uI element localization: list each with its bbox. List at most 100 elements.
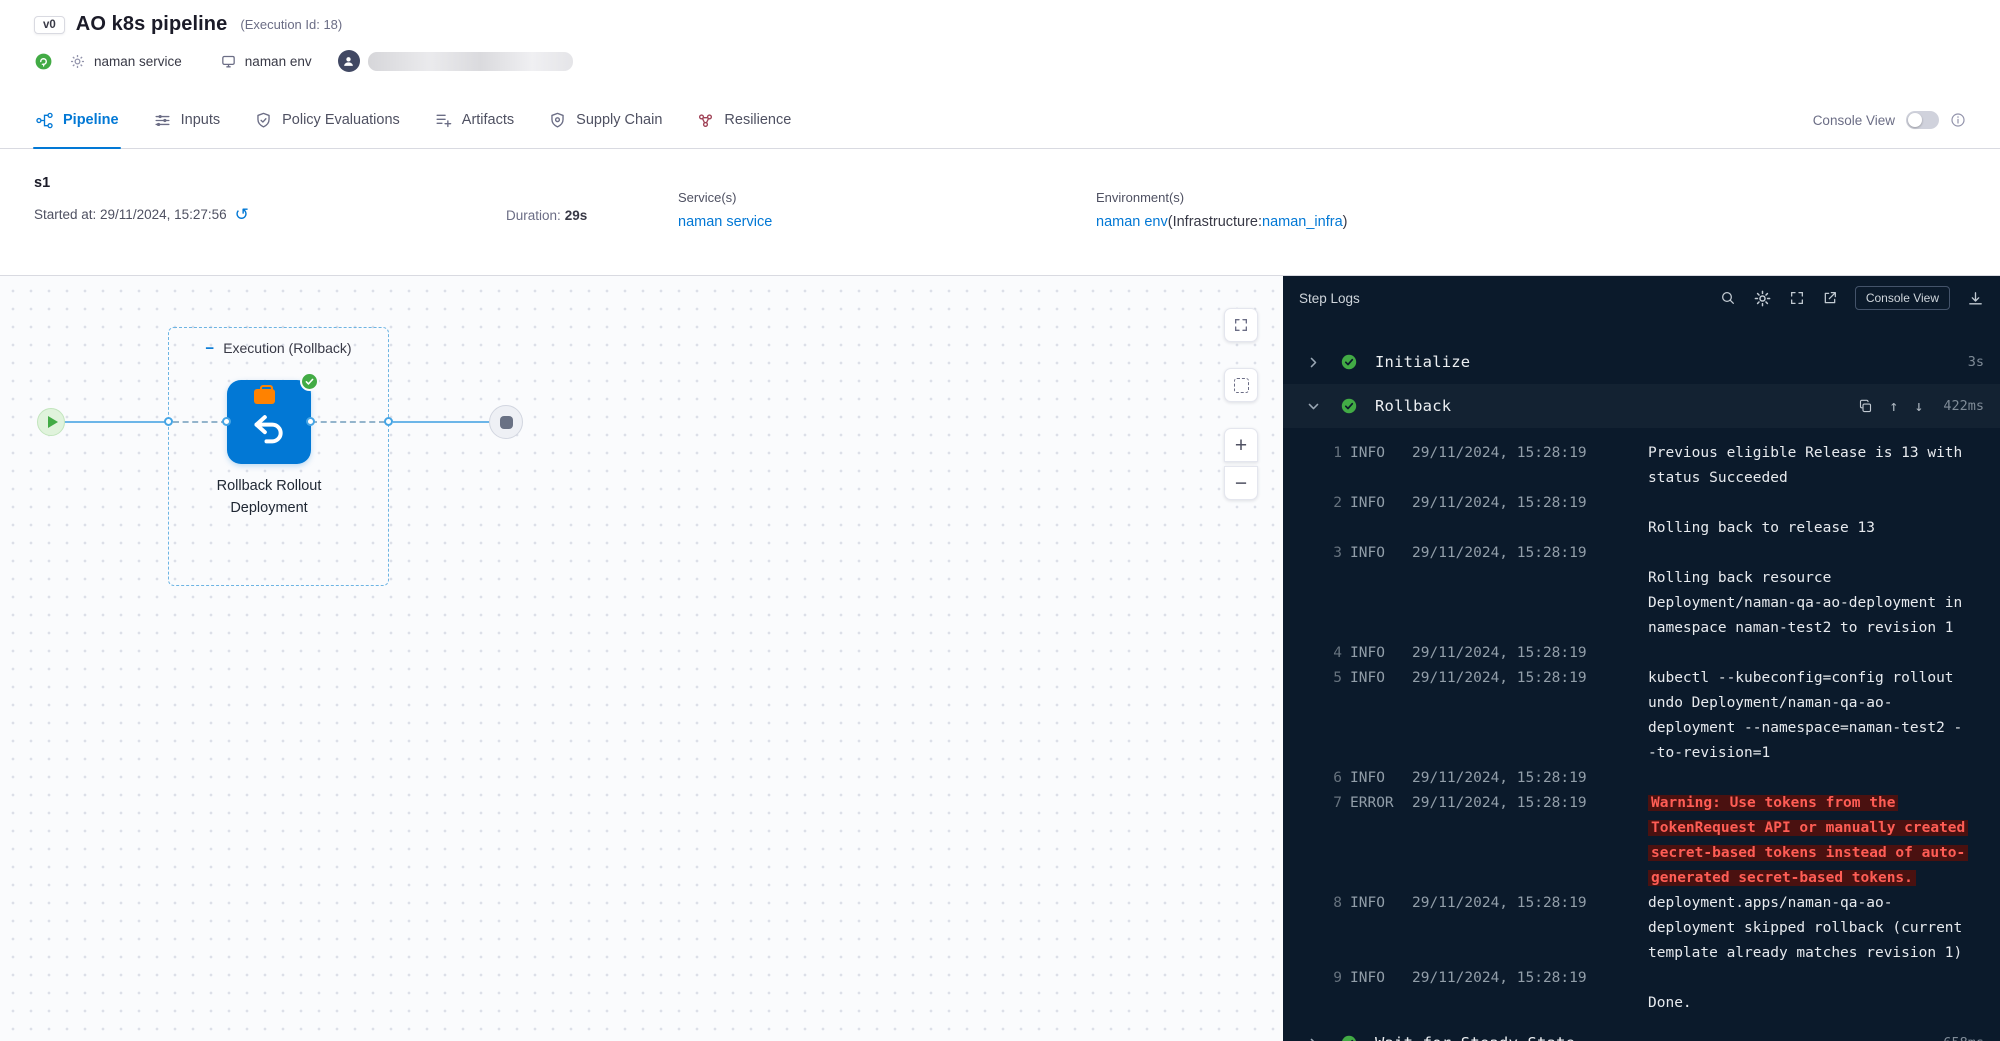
canvas-fullscreen-button[interactable] (1224, 308, 1258, 342)
zoom-out-button[interactable]: − (1224, 466, 1258, 500)
step-duration: 422ms (1943, 398, 1984, 414)
log-line-number: 6 (1283, 766, 1342, 791)
scroll-down-icon[interactable]: ↓ (1914, 397, 1923, 415)
execution-tab-bar: Pipeline Inputs Policy Evaluations Artif… (0, 92, 2000, 149)
tab-inputs[interactable]: Inputs (136, 92, 238, 148)
started-at-text: Started at: 29/11/2024, 15:27:56 (34, 207, 227, 222)
zoom-out-icon: − (1235, 473, 1247, 494)
log-message: Rolling back to release 13 (1648, 520, 1875, 536)
log-timestamp: 29/11/2024, 15:28:19 (1412, 966, 1640, 1016)
log-line: 3 INFO 29/11/2024, 15:28:19 Rolling back… (1283, 541, 2000, 641)
title-row: v0 AO k8s pipeline (Execution Id: 18) (34, 13, 1966, 36)
tab-label: Resilience (724, 112, 791, 128)
expand-panel-icon[interactable] (1789, 290, 1805, 306)
step-success-icon (1341, 1035, 1357, 1041)
console-view-button[interactable]: Console View (1855, 286, 1950, 310)
rollback-undo-arrow-icon (246, 408, 292, 448)
log-line: 2 INFO 29/11/2024, 15:28:19 Rolling back… (1283, 491, 2000, 541)
edge-start-to-group (64, 421, 168, 423)
log-line: 6 INFO 29/11/2024, 15:28:19 (1283, 766, 2000, 791)
log-settings-gear-icon[interactable] (1753, 289, 1772, 308)
infrastructure-link[interactable]: naman_infra (1262, 214, 1343, 230)
user-avatar[interactable] (338, 50, 360, 72)
log-message: Done. (1648, 995, 1692, 1011)
rollback-step-node[interactable] (227, 380, 311, 464)
started-at: Started at: 29/11/2024, 15:27:56 ↺ (34, 206, 506, 223)
pipeline-canvas[interactable]: − Execution (Rollback) Rollback Rollout … (0, 276, 1283, 1041)
tab-bar-right: Console View (1813, 111, 1982, 129)
step-actions: ↑ ↓ 422ms (1858, 397, 1984, 415)
log-message: deployment.apps/naman-qa-ao- deployment … (1648, 895, 1962, 961)
log-message-cell: Warning: Use tokens from the TokenReques… (1648, 791, 1986, 891)
log-level: INFO (1350, 641, 1404, 666)
port-dot (222, 417, 231, 426)
log-message: Rolling back resource Deployment/naman-q… (1648, 570, 1962, 636)
scroll-up-icon[interactable]: ↑ (1889, 397, 1898, 415)
tab-policy-evaluations[interactable]: Policy Evaluations (237, 92, 417, 148)
open-in-new-tab-icon[interactable] (1822, 290, 1838, 306)
log-timestamp: 29/11/2024, 15:28:19 (1412, 491, 1640, 541)
tab-pipeline[interactable]: Pipeline (18, 92, 136, 148)
log-line-number: 8 (1283, 891, 1342, 966)
stage-name[interactable]: s1 (34, 175, 506, 191)
environment-link[interactable]: naman env (1096, 214, 1168, 230)
pipeline-start-node[interactable] (37, 408, 65, 436)
log-line: 9 INFO 29/11/2024, 15:28:19 Done. (1283, 966, 2000, 1016)
chevron-down-icon[interactable] (1307, 400, 1323, 413)
log-message-cell: kubectl --kubeconfig=config rollout undo… (1648, 666, 1986, 766)
search-icon[interactable] (1720, 290, 1736, 306)
step-list: Initialize 3s Rollback ↑ ↓ 422ms (1283, 340, 2000, 1041)
console-view-toggle[interactable] (1906, 111, 1939, 129)
step-success-icon (1341, 398, 1357, 414)
log-level: INFO (1350, 541, 1404, 641)
tab-resilience[interactable]: Resilience (679, 92, 808, 148)
log-step-initialize[interactable]: Initialize 3s (1283, 340, 2000, 384)
environments-block: Environment(s) naman env(Infrastructure:… (1096, 175, 1347, 275)
marquee-select-icon (1234, 378, 1249, 393)
toggle-knob (1908, 113, 1922, 127)
log-step-wait-for-steady-state[interactable]: Wait for Steady State 658ms (1283, 1021, 2000, 1041)
tab-supply-chain[interactable]: Supply Chain (531, 92, 679, 148)
step-success-badge (300, 372, 319, 391)
log-step-rollback[interactable]: Rollback ↑ ↓ 422ms (1283, 384, 2000, 428)
log-level: INFO (1350, 666, 1404, 766)
log-line: 4 INFO 29/11/2024, 15:28:19 (1283, 641, 2000, 666)
duration-value: 29s (565, 208, 588, 223)
tab-artifacts[interactable]: Artifacts (417, 92, 531, 148)
service-link[interactable]: naman service (678, 214, 772, 230)
collapse-group-icon[interactable]: − (205, 341, 214, 356)
stage-info: s1 Started at: 29/11/2024, 15:27:56 ↺ (34, 175, 506, 275)
execution-history-icon[interactable]: ↺ (235, 206, 249, 223)
canvas-select-mode-button[interactable] (1224, 368, 1258, 402)
log-timestamp: 29/11/2024, 15:28:19 (1412, 666, 1640, 766)
version-badge[interactable]: v0 (34, 16, 65, 34)
log-message-cell: Rolling back resource Deployment/naman-q… (1648, 541, 1986, 641)
environment-name[interactable]: naman env (245, 54, 312, 69)
step-name: Rollback (1375, 397, 1451, 415)
step-logs-panel: Step Logs Console View (1283, 276, 2000, 1041)
log-message-cell: Previous eligible Release is 13 with sta… (1648, 441, 1986, 491)
pipeline-end-node[interactable] (489, 405, 523, 439)
stage-summary-bar: s1 Started at: 29/11/2024, 15:27:56 ↺ Du… (0, 149, 2000, 276)
step-logs-header: Step Logs Console View (1283, 276, 2000, 320)
tab-label: Inputs (181, 112, 221, 128)
log-line-number: 5 (1283, 666, 1342, 766)
log-timestamp: 29/11/2024, 15:28:19 (1412, 641, 1640, 666)
tab-label: Supply Chain (576, 112, 662, 128)
download-logs-icon[interactable] (1967, 290, 1984, 307)
chevron-right-icon[interactable] (1307, 1037, 1323, 1041)
service-name[interactable]: naman service (94, 54, 182, 69)
log-lines: 1 INFO 29/11/2024, 15:28:19 Previous eli… (1283, 441, 2000, 1016)
service-gear-icon[interactable] (69, 53, 86, 70)
log-timestamp: 29/11/2024, 15:28:19 (1412, 441, 1640, 491)
chevron-right-icon[interactable] (1307, 356, 1323, 369)
port-dot (384, 417, 393, 426)
log-line-number: 9 (1283, 966, 1342, 1016)
info-icon[interactable] (1950, 112, 1966, 128)
pipeline-icon (35, 111, 54, 130)
execution-meta-row: naman service naman env (34, 50, 1966, 72)
log-line-number: 3 (1283, 541, 1342, 641)
zoom-in-button[interactable]: + (1224, 428, 1258, 462)
artifacts-icon (434, 111, 453, 130)
copy-logs-icon[interactable] (1858, 399, 1873, 414)
